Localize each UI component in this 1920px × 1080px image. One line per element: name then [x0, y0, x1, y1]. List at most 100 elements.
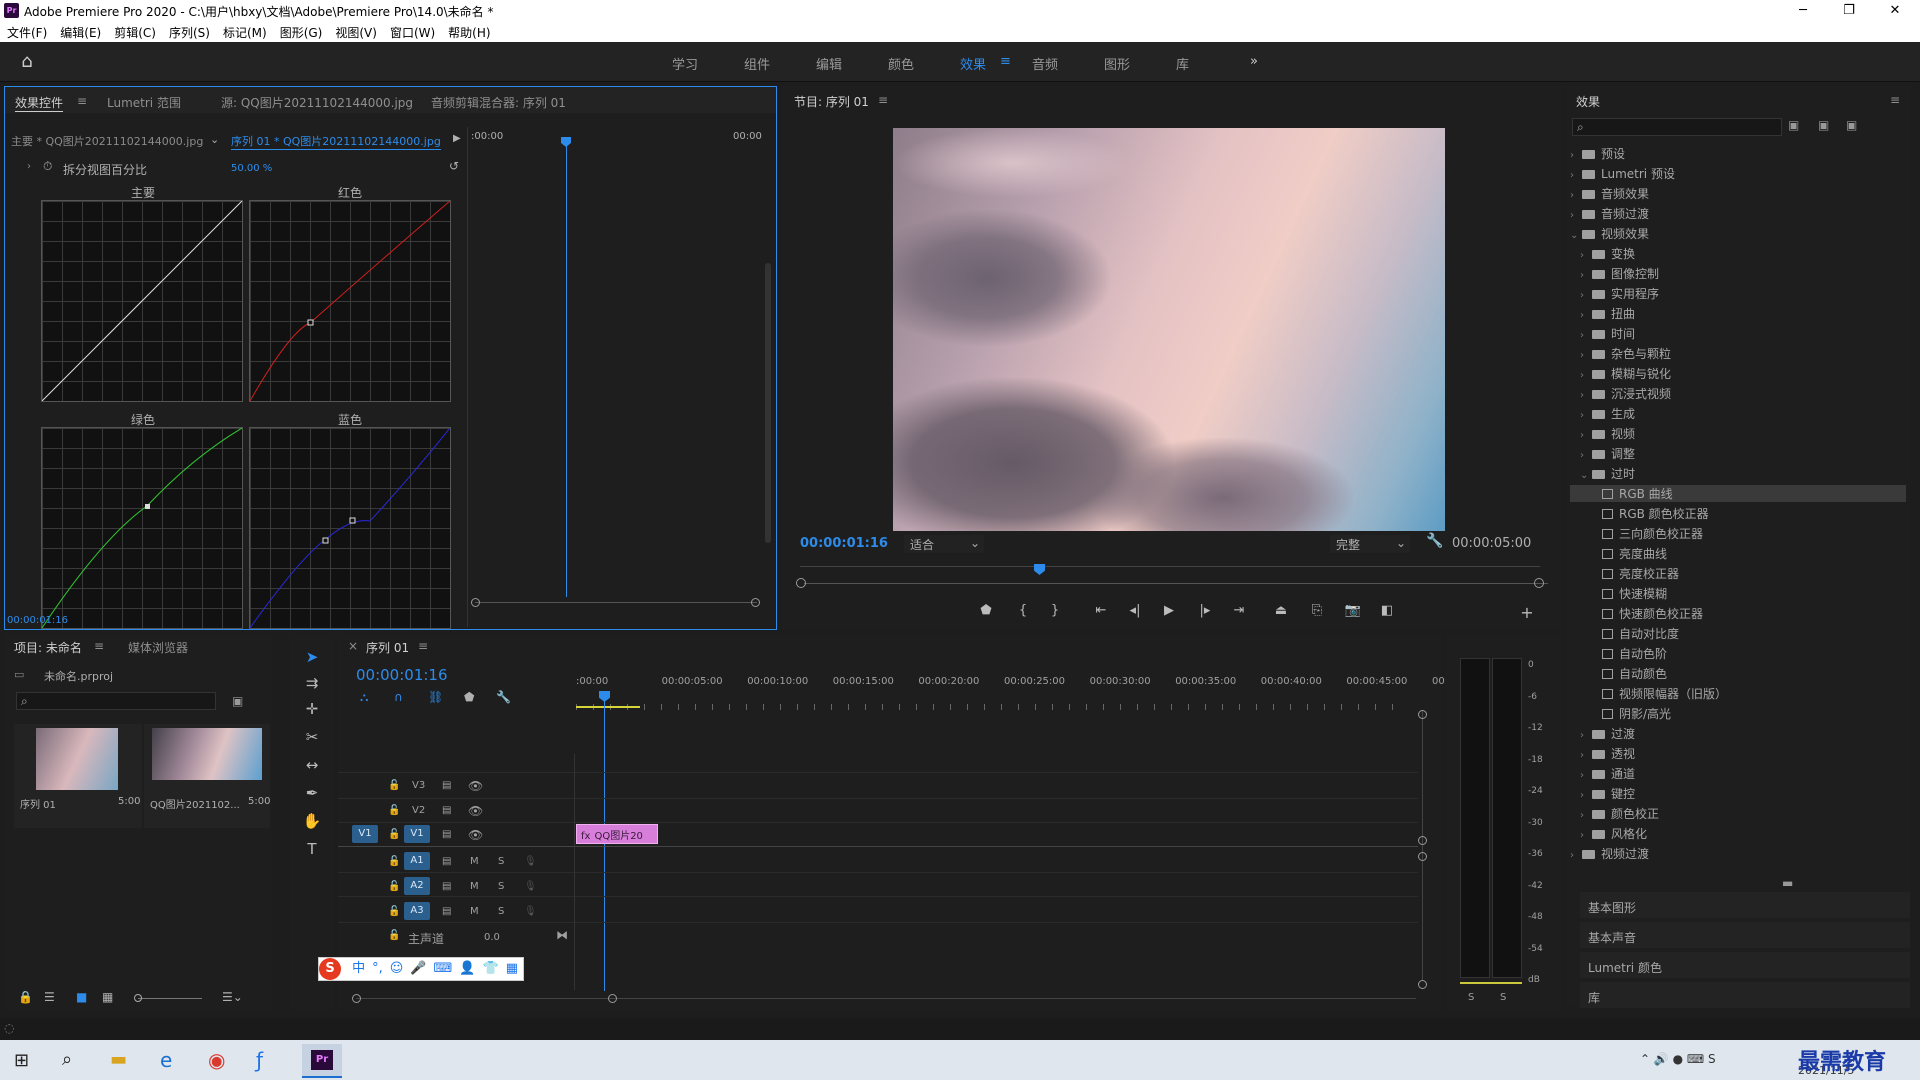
edge-icon[interactable]: e — [160, 1048, 172, 1072]
side-panel-libraries[interactable]: 库 — [1580, 982, 1910, 1008]
effects-search-input[interactable]: ⌕ — [1572, 118, 1782, 136]
close-icon[interactable]: ✕ — [1872, 1, 1918, 21]
yuv-icon[interactable]: ▣ — [1818, 118, 1829, 132]
tab-media-browser[interactable]: 媒体浏览器 — [128, 639, 188, 656]
add-marker-icon[interactable]: ⬟ — [977, 603, 995, 618]
ime-glyph-icon[interactable]: ☺ — [390, 961, 404, 976]
effects-tree-item[interactable]: 快速模糊 — [1590, 585, 1667, 602]
tab-project[interactable]: 项目: 未命名 — [14, 639, 82, 656]
effects-tree-item[interactable]: 自动色阶 — [1590, 645, 1667, 662]
a1-target-button[interactable]: A1 — [404, 852, 430, 870]
master-volume[interactable]: 0.0 — [484, 932, 500, 943]
a1-mic-icon[interactable]: 🎙 — [524, 856, 537, 867]
effects-tree-item[interactable]: 亮度曲线 — [1590, 545, 1667, 562]
effects-tree-item[interactable]: RGB 颜色校正器 — [1590, 505, 1709, 522]
new-bin-32-icon[interactable]: ▣ — [1788, 118, 1799, 132]
ec-scrollbar[interactable] — [765, 263, 771, 543]
program-zoom-bar[interactable] — [804, 583, 1548, 584]
freeform-view-icon[interactable]: ▦ — [102, 990, 113, 1004]
v3-sync-icon[interactable]: ▤ — [442, 780, 451, 791]
effects-tree-item[interactable]: › 生成 — [1580, 405, 1635, 422]
effects-tree-item[interactable]: › 模糊与锐化 — [1580, 365, 1671, 382]
go-to-in-icon[interactable]: ⇤ — [1092, 603, 1110, 618]
program-monitor-title[interactable]: 节目: 序列 01 — [794, 93, 869, 110]
program-timecode[interactable]: 00:00:01:16 — [800, 536, 888, 551]
chevron-right-icon[interactable]: › — [1570, 190, 1582, 201]
v-scroll-handle[interactable] — [1418, 710, 1427, 719]
lock-icon[interactable]: 🔒 — [18, 990, 33, 1004]
v2-lock-icon[interactable]: 🔓 — [388, 805, 400, 816]
chevron-right-icon[interactable]: › — [1580, 790, 1592, 801]
go-to-end-icon[interactable]: ⧓ — [556, 928, 568, 942]
chevron-right-icon[interactable]: › — [1580, 250, 1592, 261]
v-scroll-handle[interactable] — [1418, 852, 1427, 861]
mark-in-icon[interactable]: { — [1014, 603, 1032, 618]
curve-green-graph[interactable] — [41, 427, 243, 629]
effects-tree-item[interactable]: › 透视 — [1580, 745, 1635, 762]
effects-tree-item[interactable]: 自动对比度 — [1590, 625, 1679, 642]
a2-target-button[interactable]: A2 — [404, 877, 430, 895]
v2-label[interactable]: V2 — [412, 805, 425, 816]
program-zoom-left[interactable] — [796, 578, 806, 588]
effects-title[interactable]: 效果 — [1576, 93, 1600, 110]
a3-sync-icon[interactable]: ▤ — [442, 906, 451, 917]
chevron-right-icon[interactable]: › — [1580, 730, 1592, 741]
chevron-right-icon[interactable]: › — [1580, 770, 1592, 781]
slip-tool-icon[interactable]: ↔ — [300, 756, 324, 774]
h-scroll-handle[interactable] — [352, 994, 361, 1003]
chevron-right-icon[interactable]: › — [1580, 290, 1592, 301]
effects-tree-item[interactable]: 自动颜色 — [1590, 665, 1667, 682]
source-v1-button[interactable]: V1 — [352, 825, 378, 843]
pen-tool-icon[interactable]: ✒ — [300, 784, 324, 802]
v2-sync-icon[interactable]: ▤ — [442, 805, 451, 816]
sort-icon[interactable]: ☰⌄ — [222, 990, 243, 1004]
chevron-right-icon[interactable]: › — [1570, 850, 1582, 861]
tab-lumetri-scopes[interactable]: Lumetri 范围 — [107, 94, 181, 111]
workspace-color[interactable]: 颜色 — [888, 54, 914, 73]
program-zoom-right[interactable] — [1534, 578, 1544, 588]
curve-blue-graph[interactable] — [249, 427, 451, 629]
chevron-right-icon[interactable]: › — [1570, 150, 1582, 161]
play-clip-icon[interactable]: ▶ — [453, 133, 461, 144]
program-menu-icon[interactable]: ≡ — [878, 93, 888, 107]
timeline-sequence-tab[interactable]: 序列 01 — [366, 639, 409, 656]
v1-lock-icon[interactable]: 🔓 — [388, 829, 400, 840]
minimize-icon[interactable]: ─ — [1780, 1, 1826, 21]
side-panel-lumetri-color[interactable]: Lumetri 颜色 — [1580, 952, 1910, 978]
a3-lock-icon[interactable]: 🔓 — [388, 906, 400, 917]
add-button-icon[interactable]: + — [1518, 603, 1536, 622]
a2-sync-icon[interactable]: ▤ — [442, 881, 451, 892]
file-explorer-icon[interactable]: ▬ — [110, 1049, 127, 1070]
curve-green[interactable] — [41, 427, 243, 629]
menu-sequence[interactable]: 序列(S) — [162, 21, 216, 41]
comparison-view-icon[interactable]: ◧ — [1378, 603, 1396, 618]
chevron-right-icon[interactable]: › — [1580, 310, 1592, 321]
program-playhead-icon[interactable] — [1034, 564, 1045, 575]
effects-tree-item[interactable]: 三向颜色校正器 — [1590, 525, 1703, 542]
chevron-right-icon[interactable]: › — [1580, 350, 1592, 361]
new-bin-icon[interactable]: ▬ — [1782, 876, 1793, 890]
app-icon[interactable]: ƒ — [256, 1048, 263, 1072]
effects-tree-item[interactable]: › 风格化 — [1580, 825, 1647, 842]
project-item-sequence[interactable]: 序列 01 5:00 — [14, 724, 142, 828]
a3-mute[interactable]: M — [470, 906, 479, 917]
a2-mute[interactable]: M — [470, 881, 479, 892]
effects-tree-item[interactable]: › 视频过渡 — [1570, 845, 1649, 862]
sequence-clip-label[interactable]: 序列 01 * QQ图片20211102144000.jpg — [231, 133, 441, 150]
tab-effect-controls[interactable]: 效果控件 — [15, 94, 64, 112]
workspace-libraries[interactable]: 库 — [1176, 54, 1189, 73]
a1-sync-icon[interactable]: ▤ — [442, 856, 451, 867]
expand-arrow-icon[interactable]: › — [27, 161, 31, 172]
hand-tool-icon[interactable]: ✋ — [300, 812, 324, 830]
chevron-right-icon[interactable]: › — [1580, 450, 1592, 461]
workspace-menu-icon[interactable]: ≡ — [1000, 54, 1011, 69]
menu-clip[interactable]: 剪辑(C) — [107, 21, 162, 41]
ime-glyph-icon[interactable]: ▦ — [506, 961, 518, 976]
effects-tree-item[interactable]: › 图像控制 — [1580, 265, 1659, 282]
stopwatch-icon[interactable]: ⏱ — [43, 159, 52, 174]
effects-tree-item[interactable]: › 杂色与颗粒 — [1580, 345, 1671, 362]
program-ruler[interactable] — [800, 566, 1540, 567]
effects-tree-item[interactable]: › 通道 — [1580, 765, 1635, 782]
more-workspaces-icon[interactable]: » — [1250, 54, 1258, 69]
chevron-down-icon[interactable]: ⌄ — [1580, 470, 1592, 481]
